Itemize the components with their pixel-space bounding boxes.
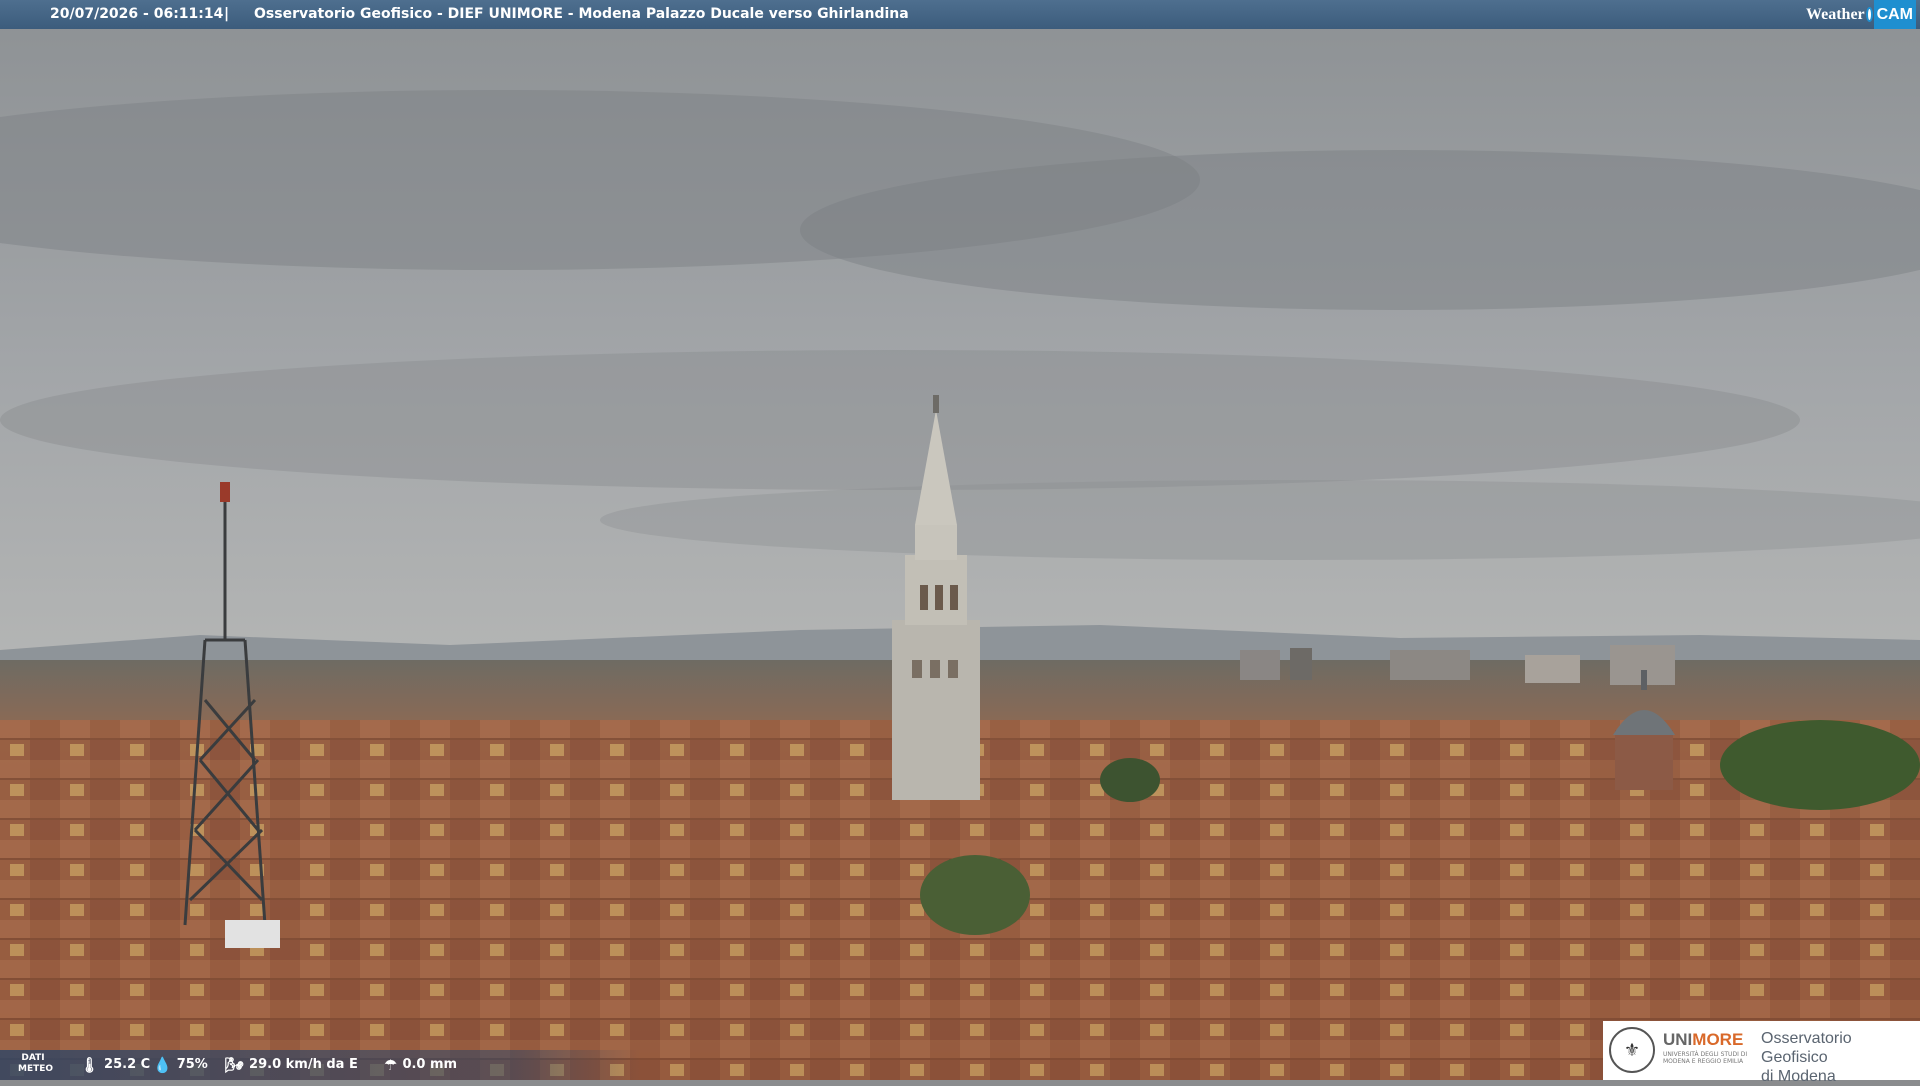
timestamp: 20/07/2026 - 06:11:14 <box>50 6 224 22</box>
weathercam-logo: Weather CAM <box>1806 0 1920 29</box>
weather-label: DATI METEO <box>18 1053 54 1074</box>
wind-icon: 🌬 <box>225 1056 245 1074</box>
observatory-name: Osservatorio Geofisico di Modena <box>1761 1030 1852 1085</box>
weathercam-dot-icon <box>1865 7 1873 22</box>
unimore-logo-box: ⚜ UNIMORE UNIVERSITÀ DEGLI STUDI DI MODE… <box>1603 1021 1920 1085</box>
unimore-subtitle: UNIVERSITÀ DEGLI STUDI DI MODENA E REGGI… <box>1663 1051 1748 1065</box>
water-drop-icon: 💧 <box>153 1056 172 1074</box>
rain-readout: ☂ 0.0 mm <box>384 1050 457 1080</box>
rain-icon: ☂ <box>384 1056 398 1074</box>
separator: | <box>224 6 230 22</box>
humidity-readout: 💧 75% <box>153 1050 208 1080</box>
camera-title: Osservatorio Geofisico - DIEF UNIMORE - … <box>254 6 909 22</box>
unimore-wordmark: UNIMORE <box>1663 1030 1744 1049</box>
thermometer-icon: 🌡 <box>80 1056 100 1074</box>
wind-readout: 🌬 29.0 km/h da E <box>225 1050 358 1080</box>
weather-data-bar: DATI METEO 🌡 25.2 C 💧 75% 🌬 29.0 km/h da… <box>0 1050 640 1080</box>
university-seal-icon: ⚜ <box>1609 1027 1655 1073</box>
temperature-readout: 🌡 25.2 C <box>80 1050 150 1080</box>
webcam-image <box>0 0 1920 1080</box>
top-info-bar: 20/07/2026 - 06:11:14 | Osservatorio Geo… <box>0 0 1920 29</box>
